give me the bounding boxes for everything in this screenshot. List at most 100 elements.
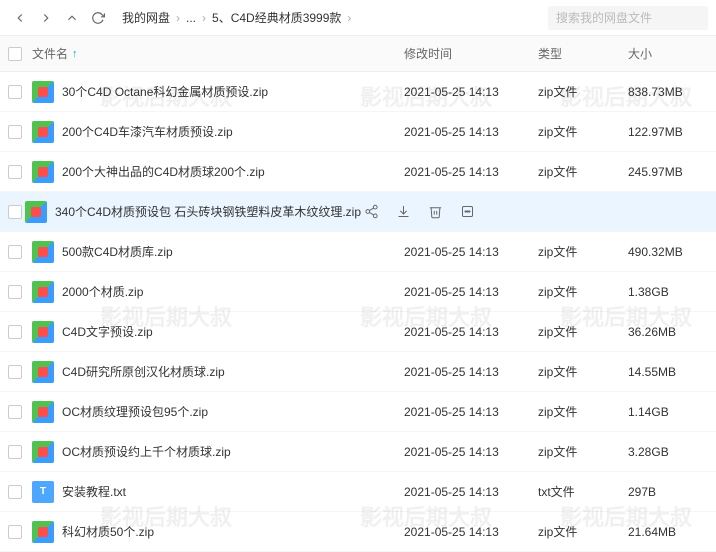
file-date: 2021-05-25 14:13 — [404, 445, 538, 459]
table-row[interactable]: 科幻材质50个.zip 2021-05-25 14:13zip文件21.64MB — [0, 512, 716, 552]
file-date: 2021-05-25 14:13 — [404, 365, 538, 379]
nav-forward-button[interactable] — [34, 6, 58, 30]
chevron-right-icon: › — [343, 11, 355, 25]
column-size-header[interactable]: 大小 — [628, 45, 708, 62]
file-name[interactable]: 200个大神出品的C4D材质球200个.zip — [62, 163, 265, 180]
download-button[interactable] — [393, 202, 413, 222]
nav-up-button[interactable] — [60, 6, 84, 30]
file-type: zip文件 — [538, 243, 628, 260]
txt-file-icon: T — [32, 481, 54, 503]
more-button[interactable] — [457, 202, 477, 222]
file-list: 30个C4D Octane科幻金属材质预设.zip 2021-05-25 14:1… — [0, 72, 716, 552]
row-checkbox[interactable] — [8, 365, 22, 379]
zip-file-icon — [32, 361, 54, 383]
crumb-ellipsis[interactable]: ... — [184, 11, 198, 25]
row-checkbox[interactable] — [8, 485, 22, 499]
file-name[interactable]: 30个C4D Octane科幻金属材质预设.zip — [62, 83, 268, 100]
file-size: 3.28GB — [628, 445, 708, 459]
nav-back-button[interactable] — [8, 6, 32, 30]
row-checkbox[interactable] — [8, 245, 22, 259]
file-name[interactable]: 科幻材质50个.zip — [62, 523, 154, 540]
table-row[interactable]: 500款C4D材质库.zip2021-05-25 14:13zip文件490.3… — [0, 232, 716, 272]
row-checkbox[interactable] — [8, 445, 22, 459]
select-all-checkbox[interactable] — [8, 47, 22, 61]
file-type: zip文件 — [538, 123, 628, 140]
file-name[interactable]: 500款C4D材质库.zip — [62, 243, 173, 260]
table-row[interactable]: C4D研究所原创汉化材质球.zip2021-05-25 14:13zip文件14… — [0, 352, 716, 392]
table-row[interactable]: T安装教程.txt2021-05-25 14:13txt文件297B — [0, 472, 716, 512]
file-size: 21.64MB — [628, 525, 708, 539]
file-date: 2021-05-25 14:13 — [404, 85, 538, 99]
table-row[interactable]: 340个C4D材质预设包 石头砖块钢铁塑料皮革木纹纹理.zip — [0, 192, 716, 232]
table-row[interactable]: OC材质预设约上千个材质球.zip 2021-05-25 14:13zip文件3.… — [0, 432, 716, 472]
zip-file-icon — [32, 281, 54, 303]
file-size: 1.14GB — [628, 405, 708, 419]
file-type: zip文件 — [538, 403, 628, 420]
file-date: 2021-05-25 14:13 — [404, 125, 538, 139]
file-date: 2021-05-25 14:13 — [404, 405, 538, 419]
column-date-header[interactable]: 修改时间 — [404, 45, 538, 62]
row-checkbox[interactable] — [8, 125, 22, 139]
file-type: zip文件 — [538, 283, 628, 300]
file-name[interactable]: C4D文字预设.zip — [62, 323, 153, 340]
nav-refresh-button[interactable] — [86, 6, 110, 30]
row-checkbox[interactable] — [8, 285, 22, 299]
file-name[interactable]: C4D研究所原创汉化材质球.zip — [62, 363, 225, 380]
crumb-root[interactable]: 我的网盘 — [120, 9, 172, 26]
zip-file-icon — [32, 161, 54, 183]
table-row[interactable]: OC材质纹理预设包95个.zip 2021-05-25 14:13zip文件1.1… — [0, 392, 716, 432]
file-name[interactable]: OC材质预设约上千个材质球.zip — [62, 443, 231, 460]
zip-file-icon — [32, 121, 54, 143]
file-name[interactable]: 安装教程.txt — [62, 483, 126, 500]
file-date: 2021-05-25 14:13 — [404, 525, 538, 539]
sort-asc-icon: ↑ — [72, 48, 78, 60]
table-row[interactable]: C4D文字预设.zip 2021-05-25 14:13zip文件36.26MB — [0, 312, 716, 352]
table-header: 文件名↑ 修改时间 类型 大小 — [0, 36, 716, 72]
file-name[interactable]: 200个C4D车漆汽车材质预设.zip — [62, 123, 233, 140]
file-type: zip文件 — [538, 523, 628, 540]
file-type: zip文件 — [538, 323, 628, 340]
toolbar: 我的网盘 › ... › 5、C4D经典材质3999款 › — [0, 0, 716, 36]
row-checkbox[interactable] — [8, 325, 22, 339]
row-checkbox[interactable] — [8, 165, 22, 179]
file-type: zip文件 — [538, 443, 628, 460]
file-name[interactable]: 2000个材质.zip — [62, 283, 143, 300]
table-row[interactable]: 30个C4D Octane科幻金属材质预设.zip 2021-05-25 14:1… — [0, 72, 716, 112]
table-row[interactable]: 2000个材质.zip 2021-05-25 14:13zip文件1.38GB — [0, 272, 716, 312]
zip-file-icon — [25, 201, 47, 223]
table-row[interactable]: 200个C4D车漆汽车材质预设.zip 2021-05-25 14:13zip文件… — [0, 112, 716, 152]
file-size: 245.97MB — [628, 165, 708, 179]
file-size: 36.26MB — [628, 325, 708, 339]
row-checkbox[interactable] — [8, 205, 22, 219]
search-input[interactable] — [548, 6, 708, 30]
file-size: 122.97MB — [628, 125, 708, 139]
file-type: zip文件 — [538, 163, 628, 180]
column-type-header[interactable]: 类型 — [538, 45, 628, 62]
zip-file-icon — [32, 441, 54, 463]
file-date: 2021-05-25 14:13 — [404, 325, 538, 339]
zip-file-icon — [32, 241, 54, 263]
table-row[interactable]: 200个大神出品的C4D材质球200个.zip 2021-05-25 14:13z… — [0, 152, 716, 192]
file-type: zip文件 — [538, 83, 628, 100]
file-date: 2021-05-25 14:13 — [404, 245, 538, 259]
chevron-right-icon: › — [198, 11, 210, 25]
zip-file-icon — [32, 401, 54, 423]
row-checkbox[interactable] — [8, 525, 22, 539]
crumb-current[interactable]: 5、C4D经典材质3999款 — [210, 9, 343, 26]
file-size: 14.55MB — [628, 365, 708, 379]
file-name[interactable]: 340个C4D材质预设包 石头砖块钢铁塑料皮革木纹纹理.zip — [55, 203, 361, 220]
share-button[interactable] — [361, 202, 381, 222]
file-date: 2021-05-25 14:13 — [404, 285, 538, 299]
file-date: 2021-05-25 14:13 — [404, 485, 538, 499]
file-type: txt文件 — [538, 483, 628, 500]
row-checkbox[interactable] — [8, 85, 22, 99]
file-size: 1.38GB — [628, 285, 708, 299]
delete-button[interactable] — [425, 202, 445, 222]
file-name[interactable]: OC材质纹理预设包95个.zip — [62, 403, 208, 420]
file-date: 2021-05-25 14:13 — [404, 165, 538, 179]
zip-file-icon — [32, 321, 54, 343]
chevron-right-icon: › — [172, 11, 184, 25]
row-checkbox[interactable] — [8, 405, 22, 419]
column-name-header[interactable]: 文件名↑ — [32, 45, 404, 62]
breadcrumb: 我的网盘 › ... › 5、C4D经典材质3999款 › — [120, 9, 548, 26]
